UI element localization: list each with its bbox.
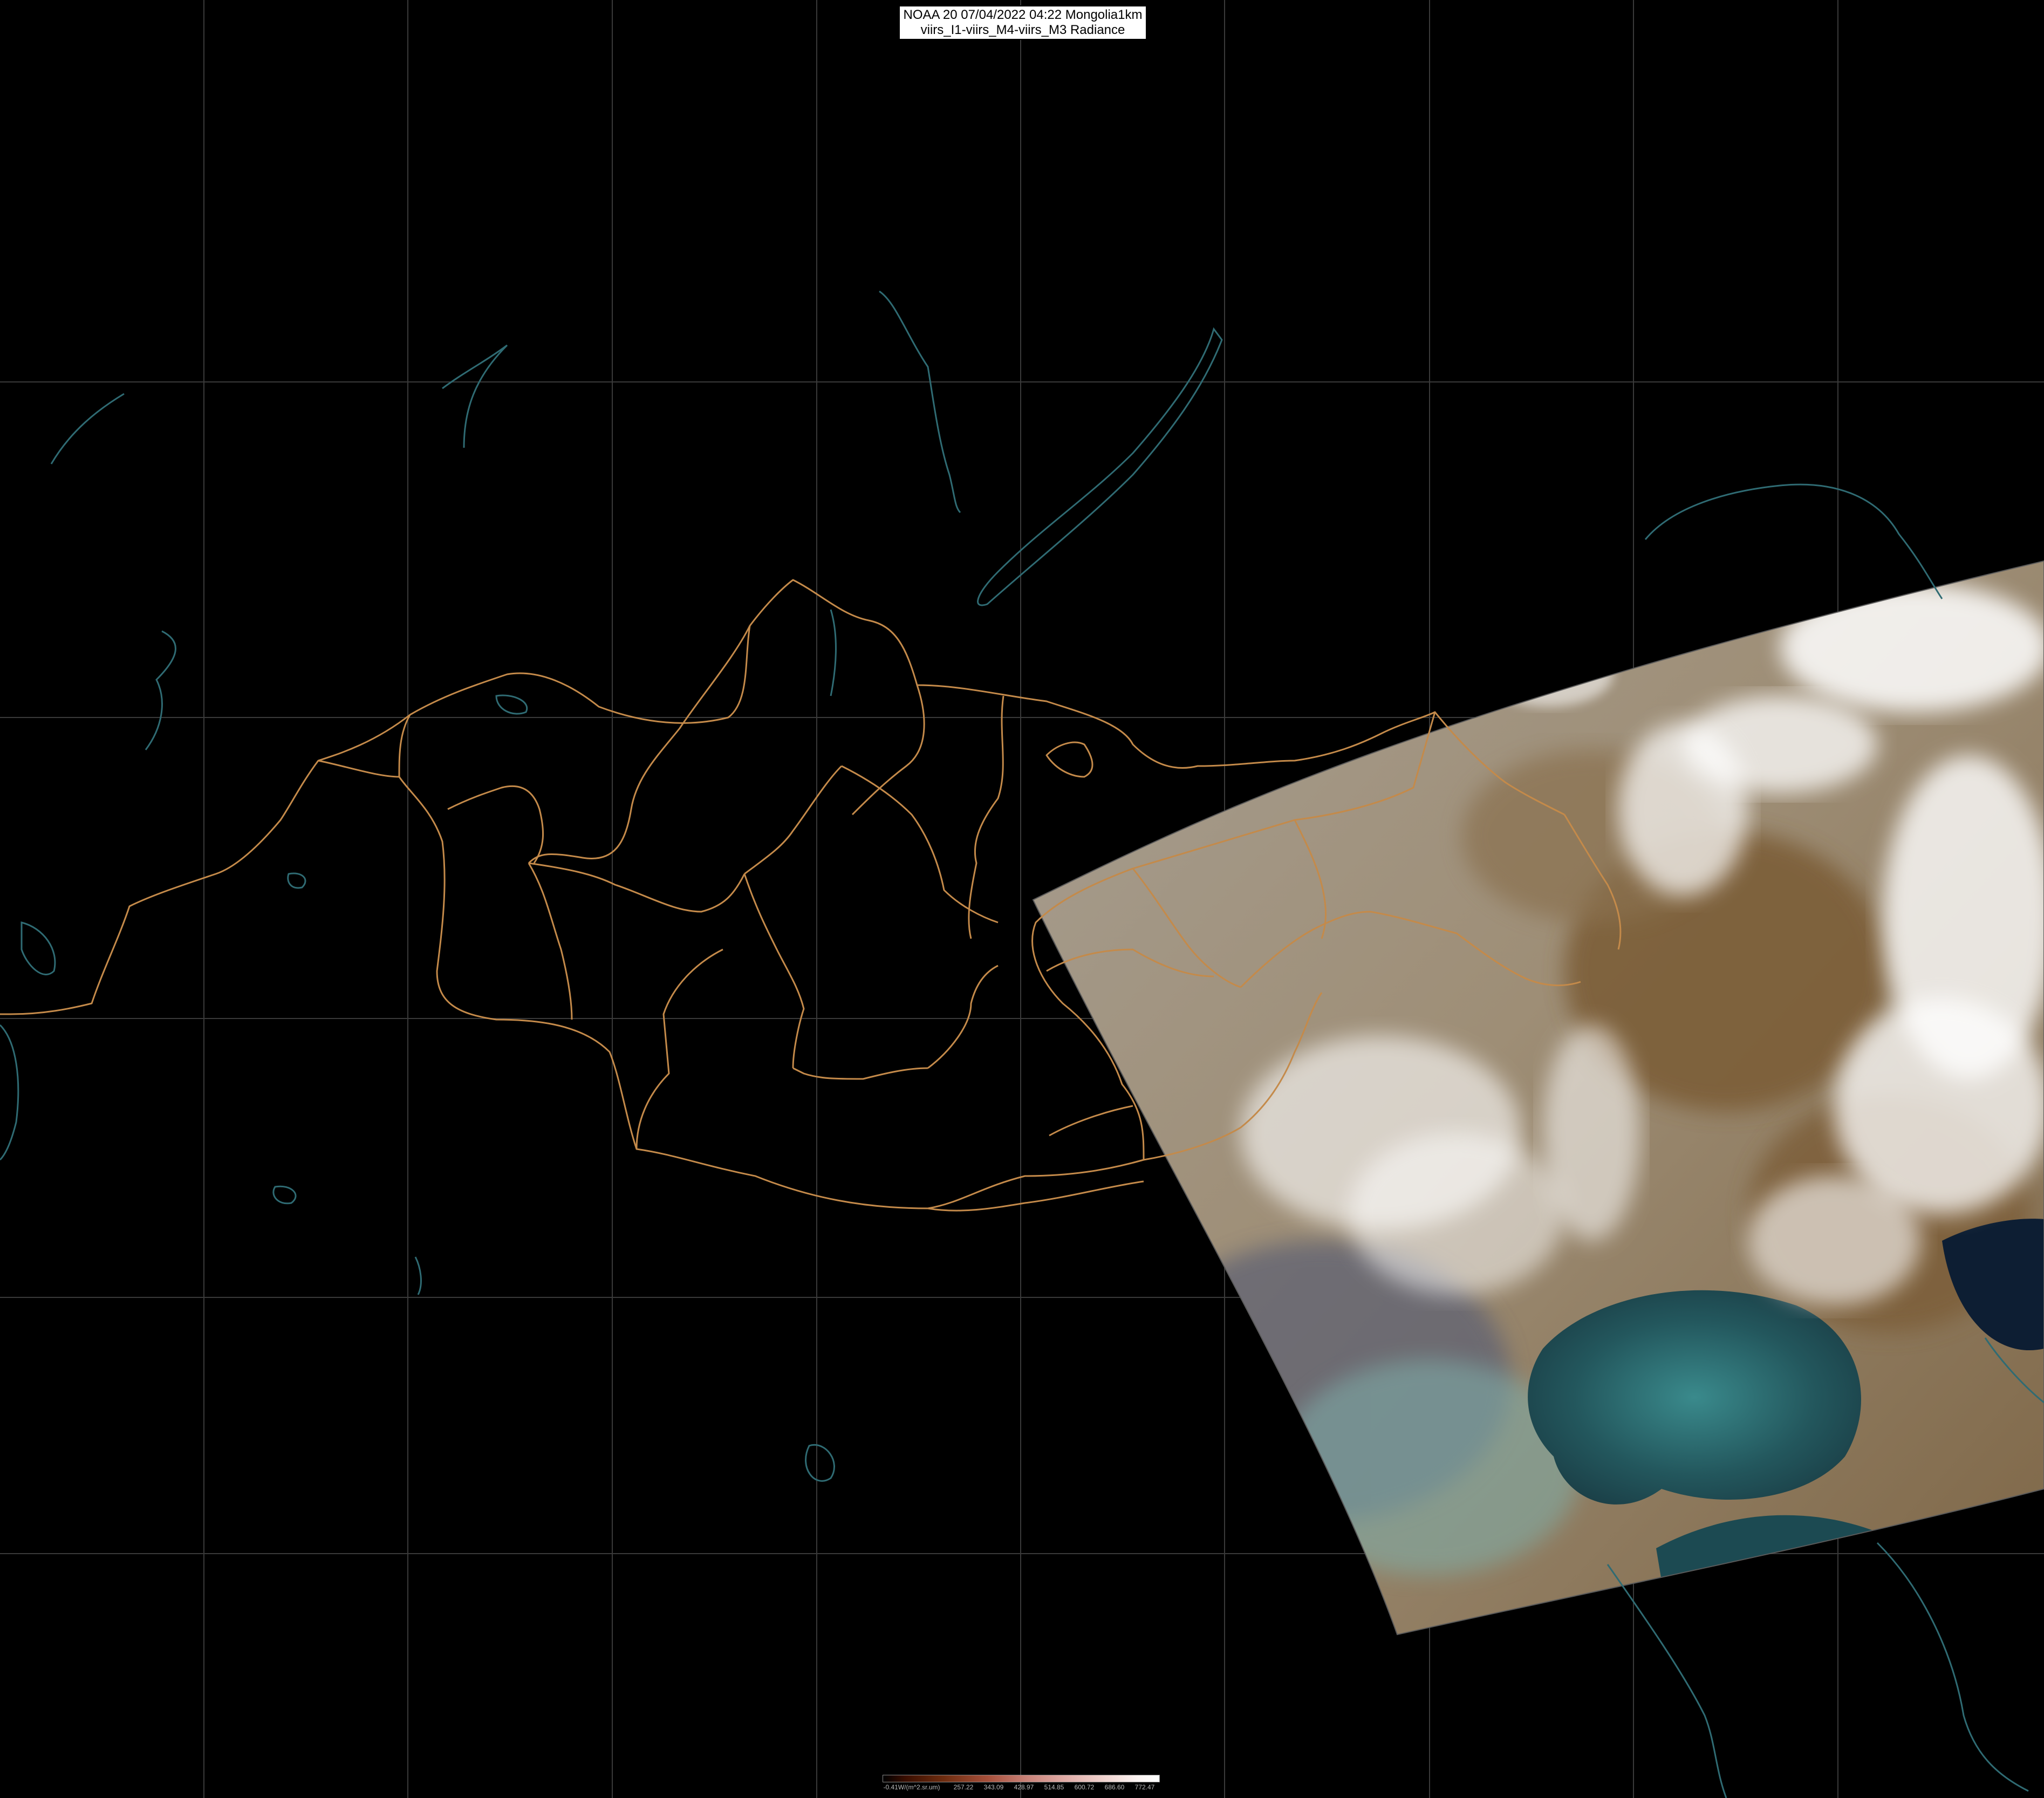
colorbar-ticks: -0.41W/(m^2.sr.um) 257.22 343.09 428.97 … xyxy=(883,1783,1160,1793)
river-west xyxy=(145,630,176,750)
small-lake-4 xyxy=(20,921,56,975)
south-boundary xyxy=(1607,1564,1727,1798)
northeast-boundary xyxy=(1644,483,1943,599)
title-line-2: viirs_I1-viirs_M4-viirs_M3 Radiance xyxy=(920,23,1125,37)
angara-river xyxy=(879,290,961,514)
korea-coast xyxy=(1876,1542,2029,1792)
small-lake-3 xyxy=(414,1256,422,1295)
bohai-sea xyxy=(1528,1290,1861,1505)
colorbar: -0.41W/(m^2.sr.um) 257.22 343.09 428.97 … xyxy=(883,1775,1160,1794)
west-lake xyxy=(50,393,125,464)
colorbar-tick: 600.72 xyxy=(1074,1783,1095,1791)
colorbar-tick: 514.85 xyxy=(1044,1783,1064,1791)
small-lake-2 xyxy=(272,1185,297,1205)
small-lake-1 xyxy=(805,1444,835,1482)
map-canvas xyxy=(0,0,2044,1798)
small-lake-5 xyxy=(287,872,306,889)
colorbar-unit-label: -0.41W/(m^2.sr.um) xyxy=(883,1783,940,1791)
lake-baikal xyxy=(977,327,1223,606)
colorbar-ramp xyxy=(883,1775,1160,1782)
title-box: NOAA 20 07/04/2022 04:22 Mongolia1km vii… xyxy=(899,5,1147,40)
small-lake-6 xyxy=(495,694,528,715)
satellite-swath xyxy=(1033,561,2044,1635)
river-north xyxy=(442,344,508,448)
yellow-sea xyxy=(1656,1515,1899,1635)
colorbar-tick: 343.09 xyxy=(983,1783,1004,1791)
khovsgol-lake xyxy=(830,609,837,696)
colorbar-tick: 772.47 xyxy=(1134,1783,1155,1791)
colorbar-tick: 428.97 xyxy=(1014,1783,1034,1791)
colorbar-tick: 257.22 xyxy=(953,1783,974,1791)
west-boundary xyxy=(0,1024,19,1161)
title-line-1: NOAA 20 07/04/2022 04:22 Mongolia1km xyxy=(903,8,1143,22)
colorbar-tick: 686.60 xyxy=(1104,1783,1125,1791)
